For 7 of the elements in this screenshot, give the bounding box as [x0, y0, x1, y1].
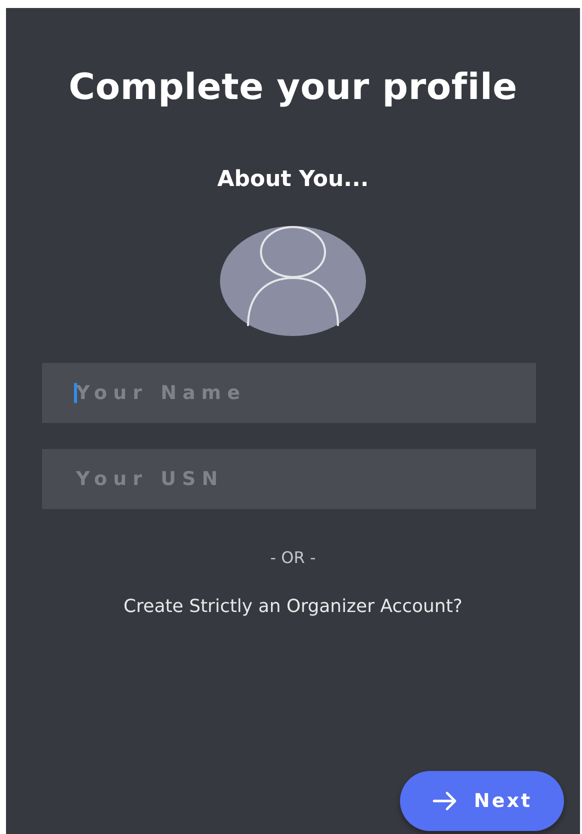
section-heading: About You... — [217, 166, 369, 194]
page-title: Complete your profile — [68, 66, 518, 110]
avatar-placeholder-icon[interactable] — [220, 226, 366, 336]
organizer-account-link[interactable]: Create Strictly an Organizer Account? — [124, 595, 462, 619]
arrow-right-icon — [432, 791, 458, 811]
next-button[interactable]: Next — [400, 771, 564, 831]
separator-text: - OR - — [270, 547, 316, 569]
